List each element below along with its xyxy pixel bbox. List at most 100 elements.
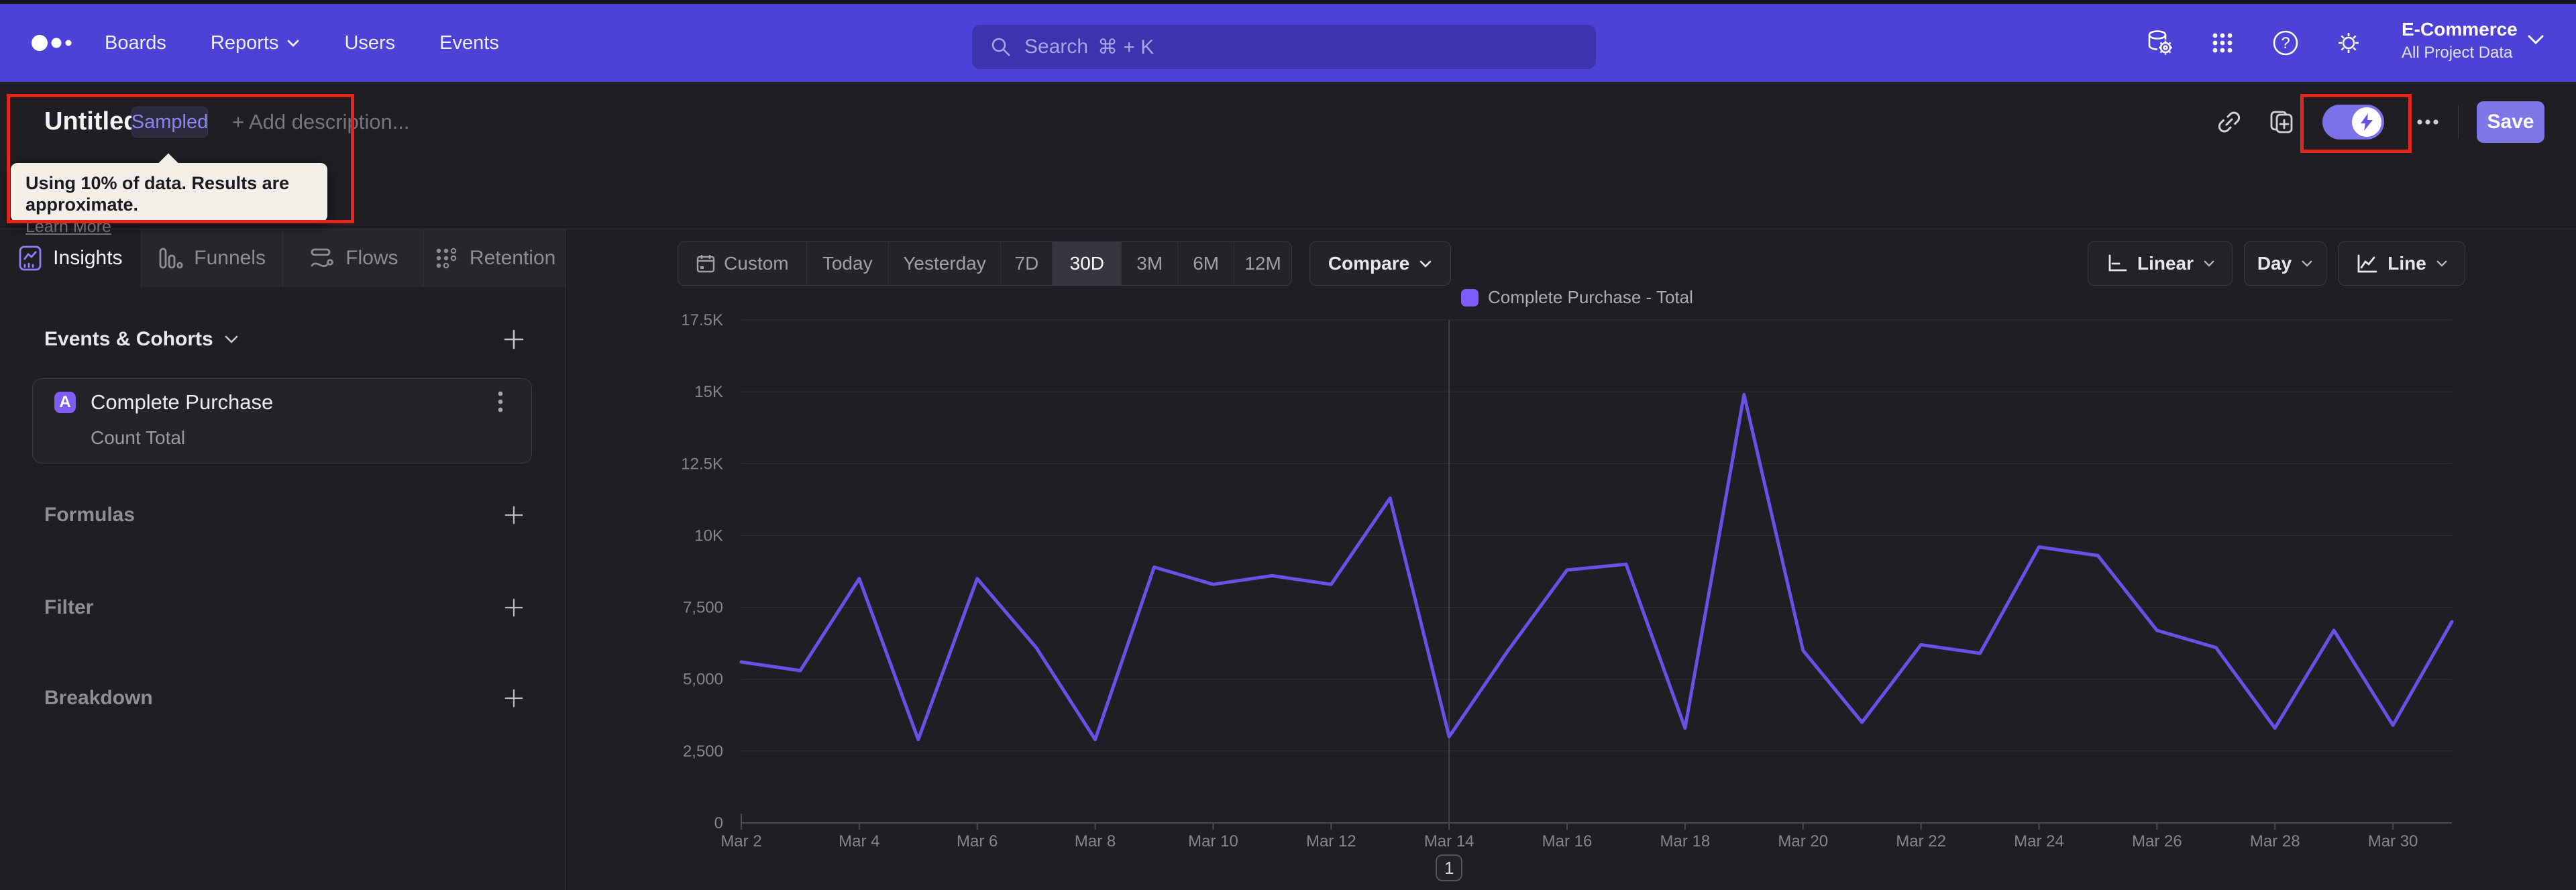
range-3m[interactable]: 3M xyxy=(1122,242,1179,285)
chevron-down-icon xyxy=(2436,260,2447,267)
legend-item[interactable]: Complete Purchase - Total xyxy=(1461,287,1693,308)
tab-flows[interactable]: Flows xyxy=(283,229,425,287)
chevron-down-icon xyxy=(225,335,238,343)
nav-item-label: Boards xyxy=(105,32,166,54)
data-pipeline-icon[interactable] xyxy=(2144,27,2175,58)
linear-dropdown[interactable]: Linear xyxy=(2088,241,2233,286)
nav-item-events[interactable]: Events xyxy=(439,32,499,54)
chart-display-controls: Linear Day Line xyxy=(2088,241,2465,286)
sampled-badge[interactable]: Sampled xyxy=(131,107,208,137)
x-axis-label: Mar 12 xyxy=(1306,832,1356,850)
plus-icon xyxy=(504,598,523,617)
add-to-board-icon[interactable] xyxy=(2266,107,2297,137)
save-button[interactable]: Save xyxy=(2477,101,2544,143)
x-axis-label: Mar 28 xyxy=(2250,832,2300,850)
event-row-complete-purchase[interactable]: A Complete Purchase Count Total xyxy=(32,378,532,463)
plus-icon xyxy=(504,506,523,524)
learn-more-link[interactable]: Learn More xyxy=(25,217,111,237)
copy-link-icon[interactable] xyxy=(2214,107,2245,137)
chevron-down-icon xyxy=(1419,260,1432,268)
help-icon[interactable]: ? xyxy=(2270,27,2301,58)
section-breakdown: Breakdown xyxy=(44,679,529,717)
range-30d[interactable]: 30D xyxy=(1053,242,1122,285)
y-axis-label: 15K xyxy=(694,383,723,401)
add-event-button[interactable] xyxy=(499,325,529,354)
tab-label: Retention xyxy=(469,247,556,269)
dropdown-label: Line xyxy=(2387,253,2426,274)
y-axis-label: 17.5K xyxy=(681,311,723,329)
nav-item-reports[interactable]: Reports xyxy=(211,32,301,54)
range-today[interactable]: Today xyxy=(807,242,889,285)
more-options-icon[interactable] xyxy=(2412,107,2443,137)
navbar-utility-icons: ? xyxy=(2144,4,2364,82)
insights-icon xyxy=(18,245,42,272)
tab-insights[interactable]: Insights xyxy=(0,229,142,287)
nav-item-label: Reports xyxy=(210,32,279,54)
range-label: Custom xyxy=(724,253,789,274)
events-cohorts-header: Events & Cohorts xyxy=(44,321,529,357)
x-axis-label: Mar 2 xyxy=(720,832,761,850)
x-axis-label: Mar 10 xyxy=(1188,832,1238,850)
nav-item-boards[interactable]: Boards xyxy=(105,32,166,54)
chevron-down-icon xyxy=(2302,260,2312,267)
report-title[interactable]: Untitled xyxy=(44,107,139,136)
add-formulas-button[interactable] xyxy=(499,500,529,530)
y-axis-label: 2,500 xyxy=(683,742,723,761)
chevron-down-icon xyxy=(288,40,299,47)
event-options-icon[interactable] xyxy=(488,390,513,414)
range-12m[interactable]: 12M xyxy=(1234,242,1291,285)
nav-item-label: Events xyxy=(439,32,499,54)
range-label: 30D xyxy=(1069,253,1105,274)
add-filter-button[interactable] xyxy=(499,593,529,622)
project-scope: All Project Data xyxy=(2402,44,2513,62)
y-axis-label: 7,500 xyxy=(683,599,723,617)
dropdown-label: Linear xyxy=(2137,253,2194,274)
range-label: 7D xyxy=(1014,253,1039,274)
x-axis-label: Mar 26 xyxy=(2132,832,2182,850)
report-type-tabs: Insights Funnels Flows Retention xyxy=(0,229,565,287)
project-selector[interactable]: E-Commerce All Project Data xyxy=(2402,16,2542,63)
compare-button[interactable]: Compare xyxy=(1309,241,1451,286)
nav-item-users[interactable]: Users xyxy=(344,32,395,54)
apps-grid-icon[interactable] xyxy=(2207,27,2238,58)
range-6m[interactable]: 6M xyxy=(1178,242,1235,285)
y-axis-label: 0 xyxy=(714,814,723,832)
section-label: Formulas xyxy=(44,504,136,526)
retention-icon xyxy=(433,245,459,272)
x-axis-label: Mar 4 xyxy=(839,832,879,850)
event-aggregation[interactable]: Count Total xyxy=(91,427,185,449)
dropdown-label: Day xyxy=(2257,253,2292,274)
add-breakdown-button[interactable] xyxy=(499,683,529,713)
range-custom[interactable]: Custom xyxy=(678,242,807,285)
range-label: Yesterday xyxy=(903,253,986,274)
range-yesterday[interactable]: Yesterday xyxy=(889,242,1002,285)
tab-label: Flows xyxy=(345,247,398,269)
project-chevron-down-icon[interactable] xyxy=(2526,34,2545,46)
range-7d[interactable]: 7D xyxy=(1001,242,1053,285)
tab-retention[interactable]: Retention xyxy=(424,229,565,287)
legend-label: Complete Purchase - Total xyxy=(1488,287,1693,307)
settings-icon[interactable] xyxy=(2333,27,2364,58)
header-divider xyxy=(2458,105,2459,139)
annotation-marker[interactable]: 1 xyxy=(1436,854,1463,881)
line-dropdown[interactable]: Line xyxy=(2338,241,2465,286)
mixpanel-logo[interactable] xyxy=(31,34,91,52)
x-axis-label: Mar 6 xyxy=(957,832,998,850)
add-description[interactable]: + Add description... xyxy=(232,110,410,134)
app-window: 0 2,500 5,000 7,500 10K 12.5K 15K 17.5K Mar 2 Mar… xyxy=(0,0,2576,890)
section-filter: Filter xyxy=(44,589,529,626)
series-line xyxy=(739,392,2454,742)
y-axis-label: 5,000 xyxy=(683,671,723,689)
search-input[interactable]: Search ⌘ + K xyxy=(972,25,1596,69)
tab-funnels[interactable]: Funnels xyxy=(142,229,283,287)
day-dropdown[interactable]: Day xyxy=(2244,241,2326,286)
range-label: 12M xyxy=(1244,253,1281,274)
sampling-toggle[interactable] xyxy=(2322,105,2384,140)
events-cohorts-dropdown[interactable]: Events & Cohorts xyxy=(44,328,239,351)
project-name: E-Commerce xyxy=(2402,19,2518,40)
axis-scale-icon xyxy=(2105,253,2128,274)
y-axis-label: 12.5K xyxy=(681,455,723,473)
y-axis-label: 10K xyxy=(694,526,723,545)
section-formulas: Formulas xyxy=(44,496,529,534)
x-axis-label: Mar 24 xyxy=(2014,832,2064,850)
